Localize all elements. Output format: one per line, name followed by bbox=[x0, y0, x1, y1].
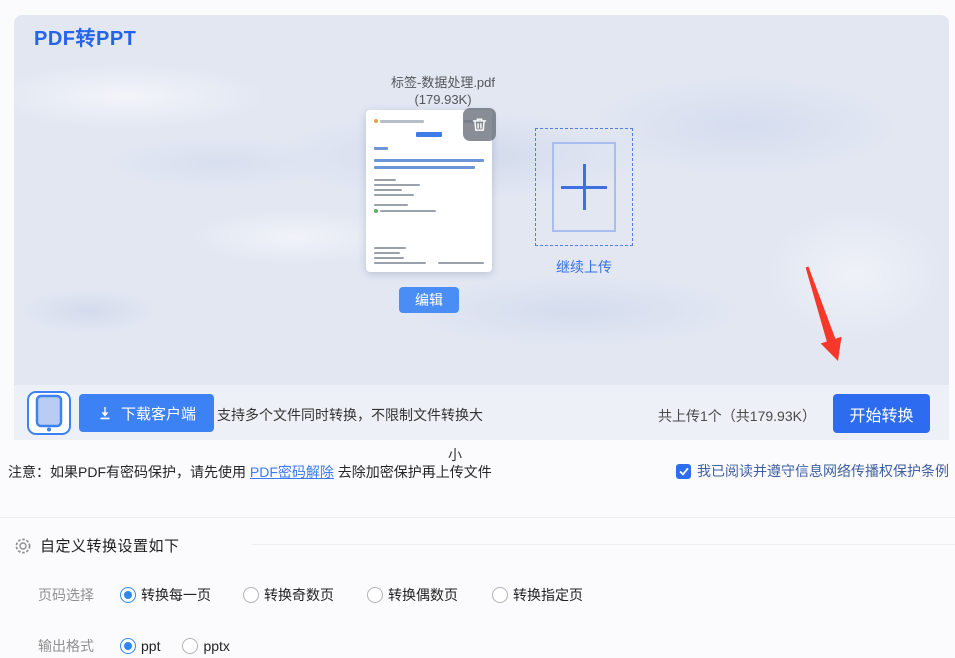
agreement-label: 我已阅读并遵守信息网络传播权保护条例 bbox=[697, 463, 949, 479]
radio-icon[interactable] bbox=[243, 587, 259, 603]
radio-icon[interactable] bbox=[120, 638, 136, 654]
password-notice: 注意：如果PDF有密码保护，请先使用 PDF密码解除 去除加密保护再上传文件 bbox=[8, 462, 492, 482]
continue-upload-label[interactable]: 继续上传 bbox=[535, 257, 633, 277]
download-client-label: 下载客户端 bbox=[121, 405, 197, 423]
output-format-label: 输出格式 bbox=[38, 638, 94, 654]
agreement-checkbox[interactable] bbox=[676, 463, 691, 479]
output-format-row: 输出格式 ppt pptx bbox=[38, 636, 230, 656]
settings-header: 自定义转换设置如下 bbox=[14, 535, 180, 556]
download-client-button[interactable]: 下载客户端 bbox=[79, 394, 215, 432]
thumbnail-title-line bbox=[416, 132, 442, 137]
file-size: (179.93K) bbox=[414, 92, 472, 107]
edit-button[interactable]: 编辑 bbox=[399, 287, 459, 313]
radio-option-every-page[interactable]: 转换每一页 bbox=[120, 585, 211, 605]
upload-summary: 共上传1个（共179.93K） bbox=[658, 408, 816, 424]
section-divider bbox=[0, 517, 955, 518]
thumbnail-footer bbox=[374, 247, 484, 264]
radio-option-odd-pages[interactable]: 转换奇数页 bbox=[243, 585, 334, 605]
page-title: PDF转PPT bbox=[34, 28, 137, 50]
page-select-label: 页码选择 bbox=[38, 587, 94, 603]
delete-file-button[interactable] bbox=[463, 108, 496, 141]
radio-icon[interactable] bbox=[492, 587, 508, 603]
notice-prefix: 注意：如果PDF有密码保护，请先使用 bbox=[8, 464, 250, 480]
radio-icon[interactable] bbox=[367, 587, 383, 603]
notice-suffix: 去除加密保护再上传文件 bbox=[333, 464, 492, 480]
pdf-password-remove-link[interactable]: PDF密码解除 bbox=[250, 464, 334, 480]
radio-icon[interactable] bbox=[120, 587, 136, 603]
radio-option-specified-pages[interactable]: 转换指定页 bbox=[492, 585, 583, 605]
page-select-row: 页码选择 转换每一页 转换奇数页 转换偶数页 转换指定页 bbox=[38, 585, 583, 605]
radio-icon[interactable] bbox=[182, 638, 199, 654]
radio-option-pptx[interactable]: pptx bbox=[182, 638, 230, 654]
plus-icon bbox=[561, 164, 607, 210]
continue-upload-dropzone[interactable] bbox=[535, 128, 633, 246]
mobile-client-icon bbox=[27, 391, 71, 435]
start-convert-button[interactable]: 开始转换 bbox=[833, 394, 930, 433]
settings-title: 自定义转换设置如下 bbox=[40, 538, 180, 555]
pdf-to-ppt-converter: PDF转PPT 标签-数据处理.pdf (179.93K) 编辑 继续上传 下载… bbox=[0, 0, 955, 658]
trash-icon bbox=[471, 116, 488, 133]
file-name: 标签-数据处理.pdf bbox=[390, 75, 495, 90]
upload-placeholder-box bbox=[552, 142, 616, 232]
check-icon bbox=[678, 467, 689, 476]
support-text: 支持多个文件同时转换，不限制文件转换大 bbox=[217, 407, 483, 423]
radio-option-even-pages[interactable]: 转换偶数页 bbox=[367, 585, 458, 605]
radio-option-ppt[interactable]: ppt bbox=[120, 638, 160, 654]
gear-icon bbox=[14, 537, 32, 555]
file-label: 标签-数据处理.pdf (179.93K) bbox=[333, 74, 553, 108]
settings-header-line bbox=[252, 544, 955, 545]
agreement-row[interactable]: 我已阅读并遵守信息网络传播权保护条例 bbox=[676, 461, 949, 481]
download-icon bbox=[97, 405, 113, 421]
